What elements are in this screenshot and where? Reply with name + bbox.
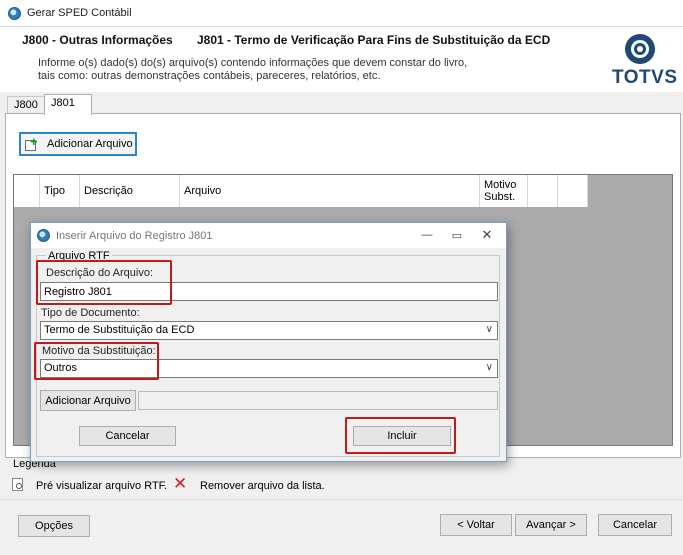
tab-j801[interactable]: J801: [44, 94, 92, 115]
dialog-titlebar: Inserir Arquivo do Registro J801 — ▭ ✕: [31, 223, 506, 248]
highlight-include: [345, 417, 456, 454]
wizard-footer: Opções < Voltar Avançar > Cancelar: [0, 499, 683, 555]
document-type-select[interactable]: Termo de Substituição da ECD ∨: [40, 321, 498, 340]
preview-icon: [12, 478, 23, 491]
highlight-description: [36, 260, 172, 305]
dialog-title: Inserir Arquivo do Registro J801: [56, 230, 213, 242]
legend-row: Pré visualizar arquivo RTF. ✕ Remover ar…: [12, 474, 612, 495]
cancel-button[interactable]: Cancelar: [598, 514, 672, 536]
restore-icon[interactable]: ▭: [445, 226, 469, 244]
header-description: Informe o(s) dado(s) do(s) arquivo(s) co…: [38, 57, 478, 83]
header-title-main: J801 - Termo de Verificação Para Fins de…: [197, 33, 551, 47]
wizard-header: J800 - Outras Informações J801 - Termo d…: [0, 27, 683, 92]
totvs-logo-icon: [625, 34, 655, 64]
grid-header: Tipo Descrição Arquivo Motivo Subst.: [14, 175, 588, 207]
grid-col-arquivo[interactable]: Arquivo: [180, 175, 480, 207]
window-titlebar: Gerar SPED Contábil: [0, 0, 683, 27]
grid-col-motivo-line1: Motivo: [484, 179, 517, 191]
grid-col-descricao[interactable]: Descrição: [80, 175, 180, 207]
dialog-add-file-button[interactable]: Adicionar Arquivo: [40, 390, 136, 411]
grid-col-action2: [558, 175, 588, 207]
chevron-down-icon: ∨: [485, 362, 493, 373]
next-button[interactable]: Avançar >: [515, 514, 587, 536]
tab-j800[interactable]: J800: [7, 96, 45, 114]
totvs-logo-text: TOTVS: [612, 67, 678, 88]
back-button[interactable]: < Voltar: [440, 514, 512, 536]
add-document-icon: +: [25, 135, 41, 151]
close-icon[interactable]: ✕: [475, 226, 499, 244]
file-path-input[interactable]: [138, 391, 498, 410]
grid-col-motivo-subst[interactable]: Motivo Subst.: [480, 175, 528, 207]
document-type-value: Termo de Substituição da ECD: [44, 324, 195, 336]
dialog-app-icon: [37, 229, 50, 242]
header-description-line2: tais como: outras demonstrações contábei…: [38, 70, 381, 82]
options-button[interactable]: Opções: [18, 515, 90, 537]
legend-remove-label: Remover arquivo da lista.: [200, 480, 325, 492]
add-file-button-label: Adicionar Arquivo: [47, 138, 133, 150]
grid-col-tipo[interactable]: Tipo: [40, 175, 80, 207]
window-title: Gerar SPED Contábil: [27, 7, 132, 19]
minimize-icon[interactable]: —: [415, 226, 439, 244]
tab-strip: J800 J801: [0, 94, 683, 115]
grid-col-motivo-line2: Subst.: [484, 191, 516, 203]
legend-preview-label: Pré visualizar arquivo RTF.: [36, 480, 168, 492]
dialog-cancel-button[interactable]: Cancelar: [79, 426, 176, 446]
header-title-code: J800 - Outras Informações: [22, 33, 173, 47]
header-description-line1: Informe o(s) dado(s) do(s) arquivo(s) co…: [38, 57, 468, 69]
highlight-reason: [34, 342, 159, 380]
grid-header-blank: [14, 175, 40, 207]
grid-col-action1: [528, 175, 558, 207]
remove-x-icon: ✕: [173, 474, 188, 493]
chevron-down-icon: ∨: [485, 324, 493, 335]
app-icon: [8, 7, 21, 20]
add-file-button[interactable]: + Adicionar Arquivo: [19, 132, 137, 156]
document-type-label: Tipo de Documento:: [41, 307, 140, 319]
